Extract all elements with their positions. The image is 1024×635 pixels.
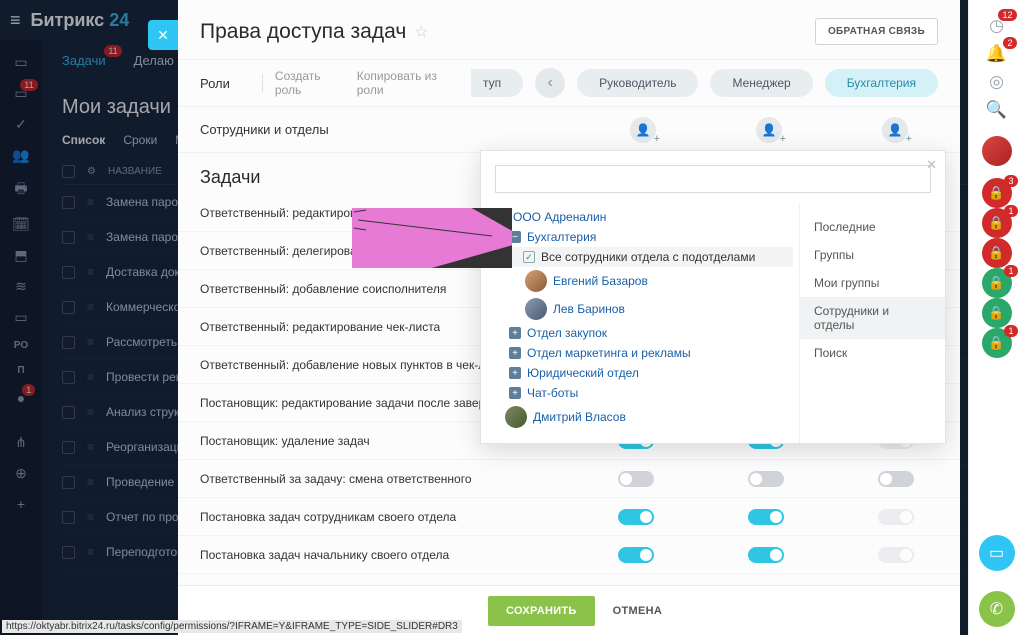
permission-row: Ответственный за задачу: смена ответстве…	[178, 460, 960, 498]
lock-icon[interactable]: 🔒	[982, 238, 1012, 268]
panel-header: Права доступа задач☆ ОБРАТНАЯ СВЯЗЬ	[178, 0, 960, 59]
toggle[interactable]	[878, 471, 914, 487]
permission-name: Ответственный за задачу: смена ответстве…	[200, 472, 618, 486]
toggle[interactable]	[618, 509, 654, 525]
copy-role-link[interactable]: Копировать из роли	[357, 69, 459, 97]
popup-side-tabs: ПоследниеГруппыМои группыСотрудники и от…	[799, 203, 945, 443]
add-user-icon[interactable]: 👤	[630, 117, 656, 143]
fab-chat-icon[interactable]: ▭	[979, 535, 1015, 571]
lock-icon[interactable]: 🔒	[982, 298, 1012, 328]
permission-name: Постановка задач сотрудникам своего отде…	[200, 510, 618, 524]
user-selector-popup: ✕ −ООО Адреналин −Бухгалтерия ✓Все сотру…	[480, 150, 946, 444]
favorite-star-icon[interactable]: ☆	[414, 22, 428, 42]
roles-block: Роли Создать роль Копировать из роли туп…	[178, 59, 960, 153]
tree-person[interactable]: Евгений Базаров	[495, 267, 789, 295]
popup-tab[interactable]: Мои группы	[800, 269, 945, 297]
popup-tab[interactable]: Сотрудники и отделы	[800, 297, 945, 339]
feedback-button[interactable]: ОБРАТНАЯ СВЯЗЬ	[815, 18, 938, 45]
right-sidebar: ◷12🔔2◎🔍 🔒3🔒1🔒🔒1🔒🔒1 ▭ ✆	[968, 0, 1024, 635]
toggle[interactable]	[748, 509, 784, 525]
cancel-button[interactable]: ОТМЕНА	[613, 605, 662, 617]
close-icon[interactable]: ✕	[926, 157, 937, 173]
create-role-link[interactable]: Создать роль	[275, 69, 345, 97]
roles-row: Роли Создать роль Копировать из роли туп…	[178, 60, 960, 106]
avatar	[525, 270, 547, 292]
rsb-icon[interactable]: ◷12	[983, 12, 1011, 40]
tree-person[interactable]: Лев Баринов	[495, 295, 789, 323]
rsb-icon[interactable]: 🔔2	[983, 40, 1011, 68]
toggle[interactable]	[878, 509, 914, 525]
toggle[interactable]	[878, 547, 914, 563]
checkbox-checked-icon[interactable]: ✓	[523, 251, 535, 263]
fab-call-icon[interactable]: ✆	[979, 591, 1015, 627]
lock-icon[interactable]: 🔒3	[982, 178, 1012, 208]
toggle[interactable]	[748, 547, 784, 563]
toggle[interactable]	[618, 547, 654, 563]
page-title: Права доступа задач☆	[200, 20, 429, 44]
rsb-icon[interactable]: 🔍	[983, 96, 1011, 124]
popup-tab[interactable]: Группы	[800, 241, 945, 269]
tree-dept[interactable]: +Юридический отдел	[495, 363, 789, 383]
tree-company[interactable]: −ООО Адреналин	[495, 207, 789, 227]
tree-person[interactable]: Дмитрий Власов	[495, 403, 789, 431]
lock-icon[interactable]: 🔒1	[982, 268, 1012, 298]
employees-label: Сотрудники и отделы	[200, 122, 329, 137]
popup-tab[interactable]: Поиск	[800, 339, 945, 367]
roles-label: Роли	[200, 76, 250, 91]
close-panel-button[interactable]: ✕	[148, 20, 178, 50]
lock-icon[interactable]: 🔒1	[982, 328, 1012, 358]
tree-dept[interactable]: +Отдел закупок	[495, 323, 789, 343]
role-pill[interactable]: Менеджер	[710, 69, 812, 97]
popup-search-input[interactable]	[495, 165, 931, 193]
role-pill-partial[interactable]: туп	[471, 69, 523, 97]
tree-dept[interactable]: −Бухгалтерия	[495, 227, 789, 247]
tree-dept[interactable]: +Чат-боты	[495, 383, 789, 403]
toggle[interactable]	[748, 471, 784, 487]
status-url: https://oktyabr.bitrix24.ru/tasks/config…	[2, 620, 462, 633]
employees-row: Сотрудники и отделы 👤 👤 👤	[178, 106, 960, 152]
avatar	[505, 406, 527, 428]
roles-prev-button[interactable]: ‹	[535, 68, 565, 98]
permission-row: Постановка задач начальнику своего отдел…	[178, 536, 960, 574]
org-tree: −ООО Адреналин −Бухгалтерия ✓Все сотрудн…	[481, 203, 799, 443]
add-user-icon[interactable]: 👤	[756, 117, 782, 143]
popup-tab[interactable]: Последние	[800, 213, 945, 241]
permission-row: Постановка задач сотрудникам своего отде…	[178, 498, 960, 536]
role-pill[interactable]: Руководитель	[577, 69, 698, 97]
avatar	[525, 298, 547, 320]
role-pill-active[interactable]: Бухгалтерия	[825, 69, 938, 97]
permission-name: Постановка задач начальнику своего отдел…	[200, 548, 618, 562]
user-avatar[interactable]	[982, 136, 1012, 166]
tree-dept[interactable]: +Отдел маркетинга и рекламы	[495, 343, 789, 363]
lock-icon[interactable]: 🔒1	[982, 208, 1012, 238]
role-pills: туп ‹ Руководитель Менеджер Бухгалтерия	[471, 68, 938, 98]
tree-all-subdept[interactable]: ✓Все сотрудники отдела с подотделами	[495, 247, 793, 267]
add-user-icon[interactable]: 👤	[882, 117, 908, 143]
rsb-icon[interactable]: ◎	[983, 68, 1011, 96]
toggle[interactable]	[618, 471, 654, 487]
save-button[interactable]: СОХРАНИТЬ	[488, 596, 595, 626]
